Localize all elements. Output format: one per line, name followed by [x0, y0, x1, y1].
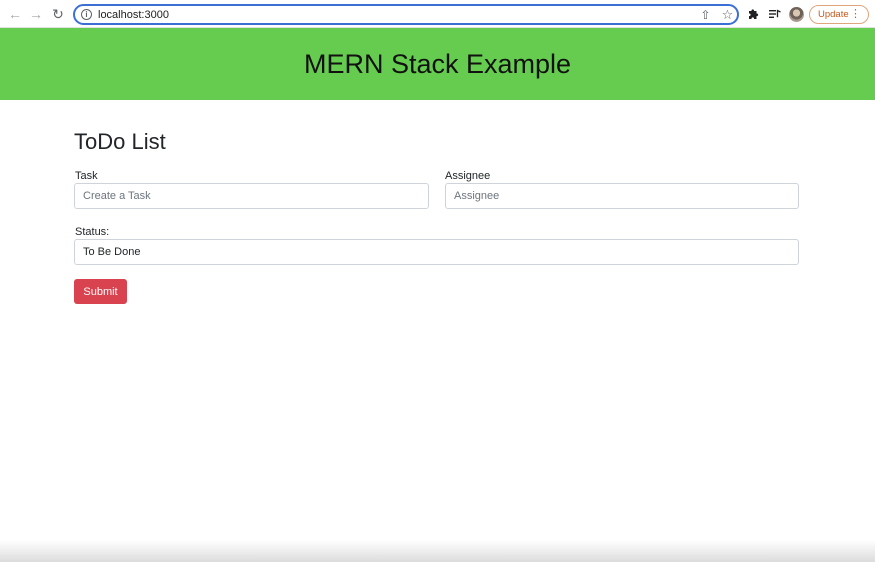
address-bar[interactable]: i localhost:3000 ⇧ ☆	[73, 4, 739, 25]
profile-avatar[interactable]	[789, 7, 804, 22]
back-arrow-icon[interactable]: ←	[6, 5, 24, 23]
puzzle-icon[interactable]	[745, 6, 761, 22]
status-select[interactable]: To Be Done	[74, 239, 799, 265]
page-title: MERN Stack Example	[303, 48, 572, 79]
url-text[interactable]: localhost:3000	[98, 8, 169, 22]
task-label: Task	[75, 170, 98, 182]
update-button[interactable]: Update ⋮	[809, 5, 869, 24]
info-icon[interactable]: i	[81, 9, 92, 20]
forward-arrow-icon[interactable]: →	[27, 5, 45, 23]
page-header: MERN Stack Example	[0, 28, 875, 100]
status-label: Status:	[75, 226, 110, 238]
task-input[interactable]	[74, 183, 429, 209]
update-label: Update	[818, 9, 849, 20]
browser-toolbar: ← → ↻ i localhost:3000 ⇧ ☆ Update ⋮	[0, 0, 875, 28]
todo-heading: ToDo List	[74, 129, 166, 154]
reading-list-icon[interactable]	[767, 6, 783, 22]
window-bottom-shadow	[0, 540, 875, 562]
assignee-label: Assignee	[445, 170, 491, 182]
submit-button[interactable]: Submit	[74, 279, 127, 304]
share-icon[interactable]: ⇧	[698, 7, 713, 22]
reload-icon[interactable]: ↻	[49, 5, 67, 23]
status-selected-value: To Be Done	[83, 246, 141, 258]
star-icon[interactable]: ☆	[720, 7, 735, 22]
assignee-input[interactable]	[445, 183, 799, 209]
menu-dots-icon: ⋮	[850, 8, 861, 20]
